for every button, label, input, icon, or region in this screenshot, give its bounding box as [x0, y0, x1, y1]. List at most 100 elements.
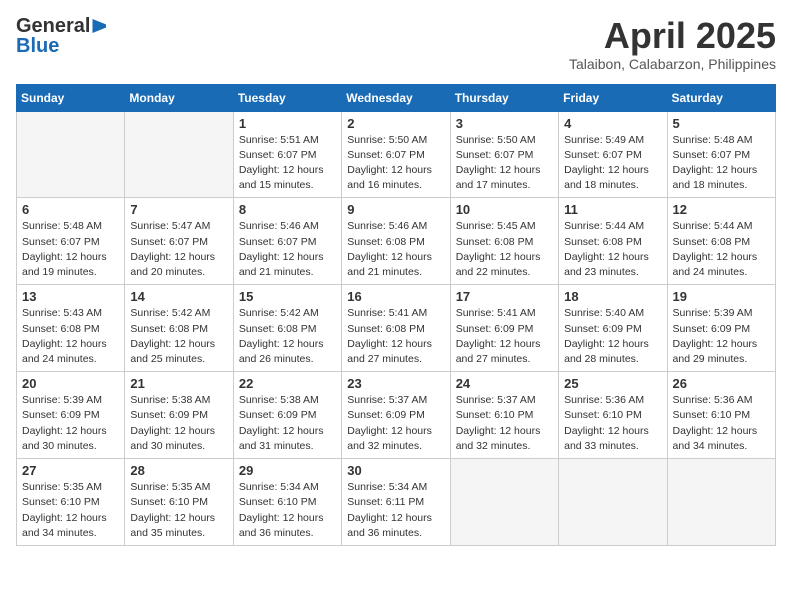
day-number: 7 [130, 202, 227, 217]
cell-content: Sunrise: 5:34 AMSunset: 6:11 PMDaylight:… [347, 480, 444, 541]
cell-content: Sunrise: 5:41 AMSunset: 6:09 PMDaylight:… [456, 306, 553, 367]
day-number: 9 [347, 202, 444, 217]
cell-content: Sunrise: 5:47 AMSunset: 6:07 PMDaylight:… [130, 219, 227, 280]
day-number: 3 [456, 116, 553, 131]
calendar-header-wednesday: Wednesday [342, 84, 450, 111]
calendar-cell [125, 111, 233, 198]
calendar-week-row: 20 Sunrise: 5:39 AMSunset: 6:09 PMDayligh… [17, 372, 776, 459]
calendar-header-sunday: Sunday [17, 84, 125, 111]
day-number: 15 [239, 289, 336, 304]
calendar-table: SundayMondayTuesdayWednesdayThursdayFrid… [16, 84, 776, 546]
day-number: 11 [564, 202, 661, 217]
calendar-cell: 6 Sunrise: 5:48 AMSunset: 6:07 PMDaylight… [17, 198, 125, 285]
cell-content: Sunrise: 5:38 AMSunset: 6:09 PMDaylight:… [239, 393, 336, 454]
calendar-cell: 17 Sunrise: 5:41 AMSunset: 6:09 PMDayligh… [450, 285, 558, 372]
calendar-cell: 25Sunrise: 5:36 AMSunset: 6:10 PMDayligh… [559, 372, 667, 459]
calendar-cell: 5Sunrise: 5:48 AMSunset: 6:07 PMDaylight… [667, 111, 775, 198]
calendar-cell: 24Sunrise: 5:37 AMSunset: 6:10 PMDayligh… [450, 372, 558, 459]
calendar-cell: 27 Sunrise: 5:35 AMSunset: 6:10 PMDayligh… [17, 459, 125, 546]
calendar-cell: 30 Sunrise: 5:34 AMSunset: 6:11 PMDayligh… [342, 459, 450, 546]
calendar-cell: 10 Sunrise: 5:45 AMSunset: 6:08 PMDayligh… [450, 198, 558, 285]
cell-content: Sunrise: 5:39 AMSunset: 6:09 PMDaylight:… [22, 393, 119, 454]
calendar-header-row: SundayMondayTuesdayWednesdayThursdayFrid… [17, 84, 776, 111]
location-title: Talaibon, Calabarzon, Philippines [569, 56, 776, 72]
day-number: 10 [456, 202, 553, 217]
calendar-cell: 21 Sunrise: 5:38 AMSunset: 6:09 PMDayligh… [125, 372, 233, 459]
calendar-cell: 19Sunrise: 5:39 AMSunset: 6:09 PMDayligh… [667, 285, 775, 372]
calendar-header-thursday: Thursday [450, 84, 558, 111]
calendar-cell: 20 Sunrise: 5:39 AMSunset: 6:09 PMDayligh… [17, 372, 125, 459]
logo: General Blue [16, 16, 106, 56]
calendar-cell: 26Sunrise: 5:36 AMSunset: 6:10 PMDayligh… [667, 372, 775, 459]
calendar-cell: 8 Sunrise: 5:46 AMSunset: 6:07 PMDaylight… [233, 198, 341, 285]
cell-content: Sunrise: 5:49 AMSunset: 6:07 PMDaylight:… [564, 133, 661, 194]
calendar-cell [667, 459, 775, 546]
cell-content: Sunrise: 5:42 AMSunset: 6:08 PMDaylight:… [130, 306, 227, 367]
cell-content: Sunrise: 5:45 AMSunset: 6:08 PMDaylight:… [456, 219, 553, 280]
calendar-cell: 23 Sunrise: 5:37 AMSunset: 6:09 PMDayligh… [342, 372, 450, 459]
cell-content: Sunrise: 5:38 AMSunset: 6:09 PMDaylight:… [130, 393, 227, 454]
day-number: 27 [22, 463, 119, 478]
cell-content: Sunrise: 5:41 AMSunset: 6:08 PMDaylight:… [347, 306, 444, 367]
logo-blue-text: Blue [16, 36, 59, 56]
cell-content: Sunrise: 5:46 AMSunset: 6:08 PMDaylight:… [347, 219, 444, 280]
day-number: 1 [239, 116, 336, 131]
day-number: 21 [130, 376, 227, 391]
cell-content: Sunrise: 5:35 AMSunset: 6:10 PMDaylight:… [130, 480, 227, 541]
calendar-header-saturday: Saturday [667, 84, 775, 111]
calendar-cell [450, 459, 558, 546]
day-number: 28 [130, 463, 227, 478]
cell-content: Sunrise: 5:39 AMSunset: 6:09 PMDaylight:… [673, 306, 770, 367]
day-number: 29 [239, 463, 336, 478]
day-number: 12 [673, 202, 770, 217]
day-number: 5 [673, 116, 770, 131]
calendar-header-friday: Friday [559, 84, 667, 111]
calendar-cell: 12 Sunrise: 5:44 AMSunset: 6:08 PMDayligh… [667, 198, 775, 285]
calendar-cell: 9 Sunrise: 5:46 AMSunset: 6:08 PMDaylight… [342, 198, 450, 285]
cell-content: Sunrise: 5:35 AMSunset: 6:10 PMDaylight:… [22, 480, 119, 541]
day-number: 17 [456, 289, 553, 304]
cell-content: Sunrise: 5:34 AMSunset: 6:10 PMDaylight:… [239, 480, 336, 541]
cell-content: Sunrise: 5:46 AMSunset: 6:07 PMDaylight:… [239, 219, 336, 280]
calendar-cell: 13Sunrise: 5:43 AMSunset: 6:08 PMDayligh… [17, 285, 125, 372]
day-number: 26 [673, 376, 770, 391]
calendar-week-row: 6 Sunrise: 5:48 AMSunset: 6:07 PMDaylight… [17, 198, 776, 285]
calendar-cell: 14 Sunrise: 5:42 AMSunset: 6:08 PMDayligh… [125, 285, 233, 372]
day-number: 16 [347, 289, 444, 304]
day-number: 13 [22, 289, 119, 304]
cell-content: Sunrise: 5:50 AMSunset: 6:07 PMDaylight:… [456, 133, 553, 194]
calendar-week-row: 27 Sunrise: 5:35 AMSunset: 6:10 PMDayligh… [17, 459, 776, 546]
calendar-cell: 4Sunrise: 5:49 AMSunset: 6:07 PMDaylight… [559, 111, 667, 198]
logo-general-text: General [16, 16, 90, 36]
cell-content: Sunrise: 5:44 AMSunset: 6:08 PMDaylight:… [564, 219, 661, 280]
month-title: April 2025 [569, 16, 776, 56]
cell-content: Sunrise: 5:37 AMSunset: 6:10 PMDaylight:… [456, 393, 553, 454]
calendar-week-row: 1Sunrise: 5:51 AMSunset: 6:07 PMDaylight… [17, 111, 776, 198]
calendar-cell [559, 459, 667, 546]
calendar-cell: 7 Sunrise: 5:47 AMSunset: 6:07 PMDaylight… [125, 198, 233, 285]
day-number: 20 [22, 376, 119, 391]
calendar-cell: 15Sunrise: 5:42 AMSunset: 6:08 PMDayligh… [233, 285, 341, 372]
header: General Blue April 2025 Talaibon, Calaba… [16, 16, 776, 72]
cell-content: Sunrise: 5:48 AMSunset: 6:07 PMDaylight:… [22, 219, 119, 280]
calendar-header-monday: Monday [125, 84, 233, 111]
cell-content: Sunrise: 5:40 AMSunset: 6:09 PMDaylight:… [564, 306, 661, 367]
cell-content: Sunrise: 5:50 AMSunset: 6:07 PMDaylight:… [347, 133, 444, 194]
day-number: 14 [130, 289, 227, 304]
calendar-cell: 1Sunrise: 5:51 AMSunset: 6:07 PMDaylight… [233, 111, 341, 198]
calendar-cell: 2 Sunrise: 5:50 AMSunset: 6:07 PMDaylight… [342, 111, 450, 198]
day-number: 2 [347, 116, 444, 131]
cell-content: Sunrise: 5:44 AMSunset: 6:08 PMDaylight:… [673, 219, 770, 280]
day-number: 6 [22, 202, 119, 217]
calendar-cell: 11 Sunrise: 5:44 AMSunset: 6:08 PMDayligh… [559, 198, 667, 285]
calendar-cell: 22Sunrise: 5:38 AMSunset: 6:09 PMDayligh… [233, 372, 341, 459]
logo-icon [92, 19, 106, 33]
calendar-header-tuesday: Tuesday [233, 84, 341, 111]
day-number: 25 [564, 376, 661, 391]
calendar-cell [17, 111, 125, 198]
day-number: 8 [239, 202, 336, 217]
day-number: 30 [347, 463, 444, 478]
title-area: April 2025 Talaibon, Calabarzon, Philipp… [569, 16, 776, 72]
day-number: 23 [347, 376, 444, 391]
cell-content: Sunrise: 5:37 AMSunset: 6:09 PMDaylight:… [347, 393, 444, 454]
